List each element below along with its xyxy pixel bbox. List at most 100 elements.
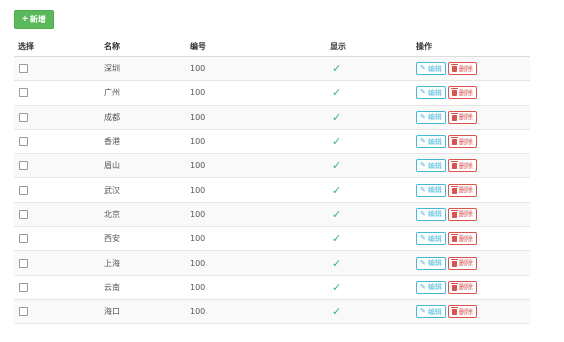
select-cell <box>14 177 100 203</box>
display-cell: ✓ <box>326 274 412 300</box>
delete-button[interactable]: 删除 <box>447 159 477 173</box>
row-checkbox[interactable] <box>19 307 28 317</box>
edit-button[interactable]: ✎ 编辑 <box>416 135 446 149</box>
display-cell: ✓ <box>326 55 412 81</box>
delete-button[interactable]: 删除 <box>447 183 477 197</box>
name-cell: 深圳 <box>100 55 186 81</box>
table-header-row: 选择 名称 编号 显示 操作 <box>14 36 530 57</box>
actions-cell: ✎ 编辑 删除 <box>412 298 530 325</box>
pencil-icon: ✎ <box>420 161 426 170</box>
select-cell <box>14 80 100 106</box>
select-cell <box>14 55 100 81</box>
edit-button-label: 编辑 <box>427 64 442 73</box>
check-icon: ✓ <box>332 183 342 197</box>
header-name: 名称 <box>100 36 186 57</box>
actions-cell: ✎ 编辑 删除 <box>412 80 530 106</box>
trash-icon <box>450 234 458 243</box>
delete-button-label: 删除 <box>458 210 473 219</box>
row-checkbox[interactable] <box>19 64 28 74</box>
edit-button[interactable]: ✎ 编辑 <box>416 86 446 100</box>
edit-button-label: 编辑 <box>427 307 442 316</box>
delete-button[interactable]: 删除 <box>447 232 477 246</box>
row-checkbox[interactable] <box>19 234 28 244</box>
trash-icon <box>450 307 458 316</box>
row-checkbox[interactable] <box>19 185 28 195</box>
delete-button-label: 删除 <box>458 137 473 146</box>
display-cell: ✓ <box>326 128 412 154</box>
actions-cell: ✎ 编辑 删除 <box>412 177 530 203</box>
row-checkbox[interactable] <box>19 161 28 171</box>
display-cell: ✓ <box>326 104 412 130</box>
edit-button[interactable]: ✎ 编辑 <box>416 207 446 221</box>
data-table: 选择 名称 编号 显示 操作 深圳 100 ✓ ✎ 编辑 删除 广州 100 ✓ ✎ 编辑 删除 成都 1… <box>14 36 530 325</box>
row-checkbox[interactable] <box>19 258 28 268</box>
name-cell: 眉山 <box>100 153 186 178</box>
table-row: 香港 100 ✓ ✎ 编辑 删除 <box>14 128 530 154</box>
display-cell: ✓ <box>326 80 412 106</box>
table-row: 上海 100 ✓ ✎ 编辑 删除 <box>14 250 530 276</box>
row-checkbox[interactable] <box>19 88 28 98</box>
edit-button[interactable]: ✎ 编辑 <box>416 280 446 294</box>
add-button[interactable]: + 新增 <box>14 10 54 29</box>
trash-icon <box>450 209 458 218</box>
check-icon: ✓ <box>332 207 342 221</box>
trash-icon <box>450 258 458 267</box>
table-row: 成都 100 ✓ ✎ 编辑 删除 <box>14 104 530 130</box>
row-checkbox[interactable] <box>19 112 28 122</box>
delete-button[interactable]: 删除 <box>447 207 477 221</box>
pencil-icon: ✎ <box>420 185 426 194</box>
display-cell: ✓ <box>326 153 412 178</box>
delete-button-label: 删除 <box>458 307 473 316</box>
code-cell: 100 <box>186 80 326 106</box>
trash-icon <box>450 88 458 97</box>
trash-icon <box>450 185 458 194</box>
edit-button[interactable]: ✎ 编辑 <box>416 232 446 246</box>
edit-button-label: 编辑 <box>427 161 442 170</box>
name-cell: 北京 <box>100 201 186 227</box>
trash-icon <box>450 137 458 146</box>
delete-button[interactable]: 删除 <box>447 135 477 149</box>
code-cell: 100 <box>186 153 326 178</box>
delete-button-label: 删除 <box>458 186 473 195</box>
actions-cell: ✎ 编辑 删除 <box>412 128 530 154</box>
code-cell: 100 <box>186 250 326 276</box>
delete-button-label: 删除 <box>458 234 473 243</box>
delete-button-label: 删除 <box>458 161 473 170</box>
code-cell: 100 <box>186 274 326 300</box>
table-row: 武汉 100 ✓ ✎ 编辑 删除 <box>14 177 530 203</box>
actions-cell: ✎ 编辑 删除 <box>412 201 530 227</box>
check-icon: ✓ <box>332 280 342 294</box>
edit-button[interactable]: ✎ 编辑 <box>416 110 446 124</box>
trash-icon <box>450 112 458 121</box>
row-checkbox[interactable] <box>19 209 28 219</box>
edit-button-label: 编辑 <box>427 259 442 268</box>
edit-button[interactable]: ✎ 编辑 <box>416 256 446 270</box>
edit-button[interactable]: ✎ 编辑 <box>416 159 446 173</box>
name-cell: 西安 <box>100 226 186 251</box>
select-cell <box>14 298 100 325</box>
header-select: 选择 <box>14 36 100 57</box>
delete-button[interactable]: 删除 <box>447 256 477 270</box>
delete-button[interactable]: 删除 <box>447 280 477 294</box>
delete-button[interactable]: 删除 <box>447 62 477 76</box>
delete-button[interactable]: 删除 <box>447 305 477 319</box>
display-cell: ✓ <box>326 177 412 203</box>
delete-button-label: 删除 <box>458 283 473 292</box>
delete-button[interactable]: 删除 <box>447 86 477 100</box>
row-checkbox[interactable] <box>19 137 28 147</box>
name-cell: 武汉 <box>100 177 186 203</box>
pencil-icon: ✎ <box>420 282 426 291</box>
delete-button[interactable]: 删除 <box>447 110 477 124</box>
row-checkbox[interactable] <box>19 282 28 292</box>
actions-cell: ✎ 编辑 删除 <box>412 55 530 81</box>
edit-button-label: 编辑 <box>427 113 442 122</box>
select-cell <box>14 128 100 154</box>
pencil-icon: ✎ <box>420 234 426 243</box>
edit-button[interactable]: ✎ 编辑 <box>416 62 446 76</box>
code-cell: 100 <box>186 128 326 154</box>
trash-icon <box>450 282 458 291</box>
edit-button[interactable]: ✎ 编辑 <box>416 305 446 319</box>
pencil-icon: ✎ <box>420 88 426 97</box>
edit-button[interactable]: ✎ 编辑 <box>416 183 446 197</box>
name-cell: 广州 <box>100 80 186 106</box>
